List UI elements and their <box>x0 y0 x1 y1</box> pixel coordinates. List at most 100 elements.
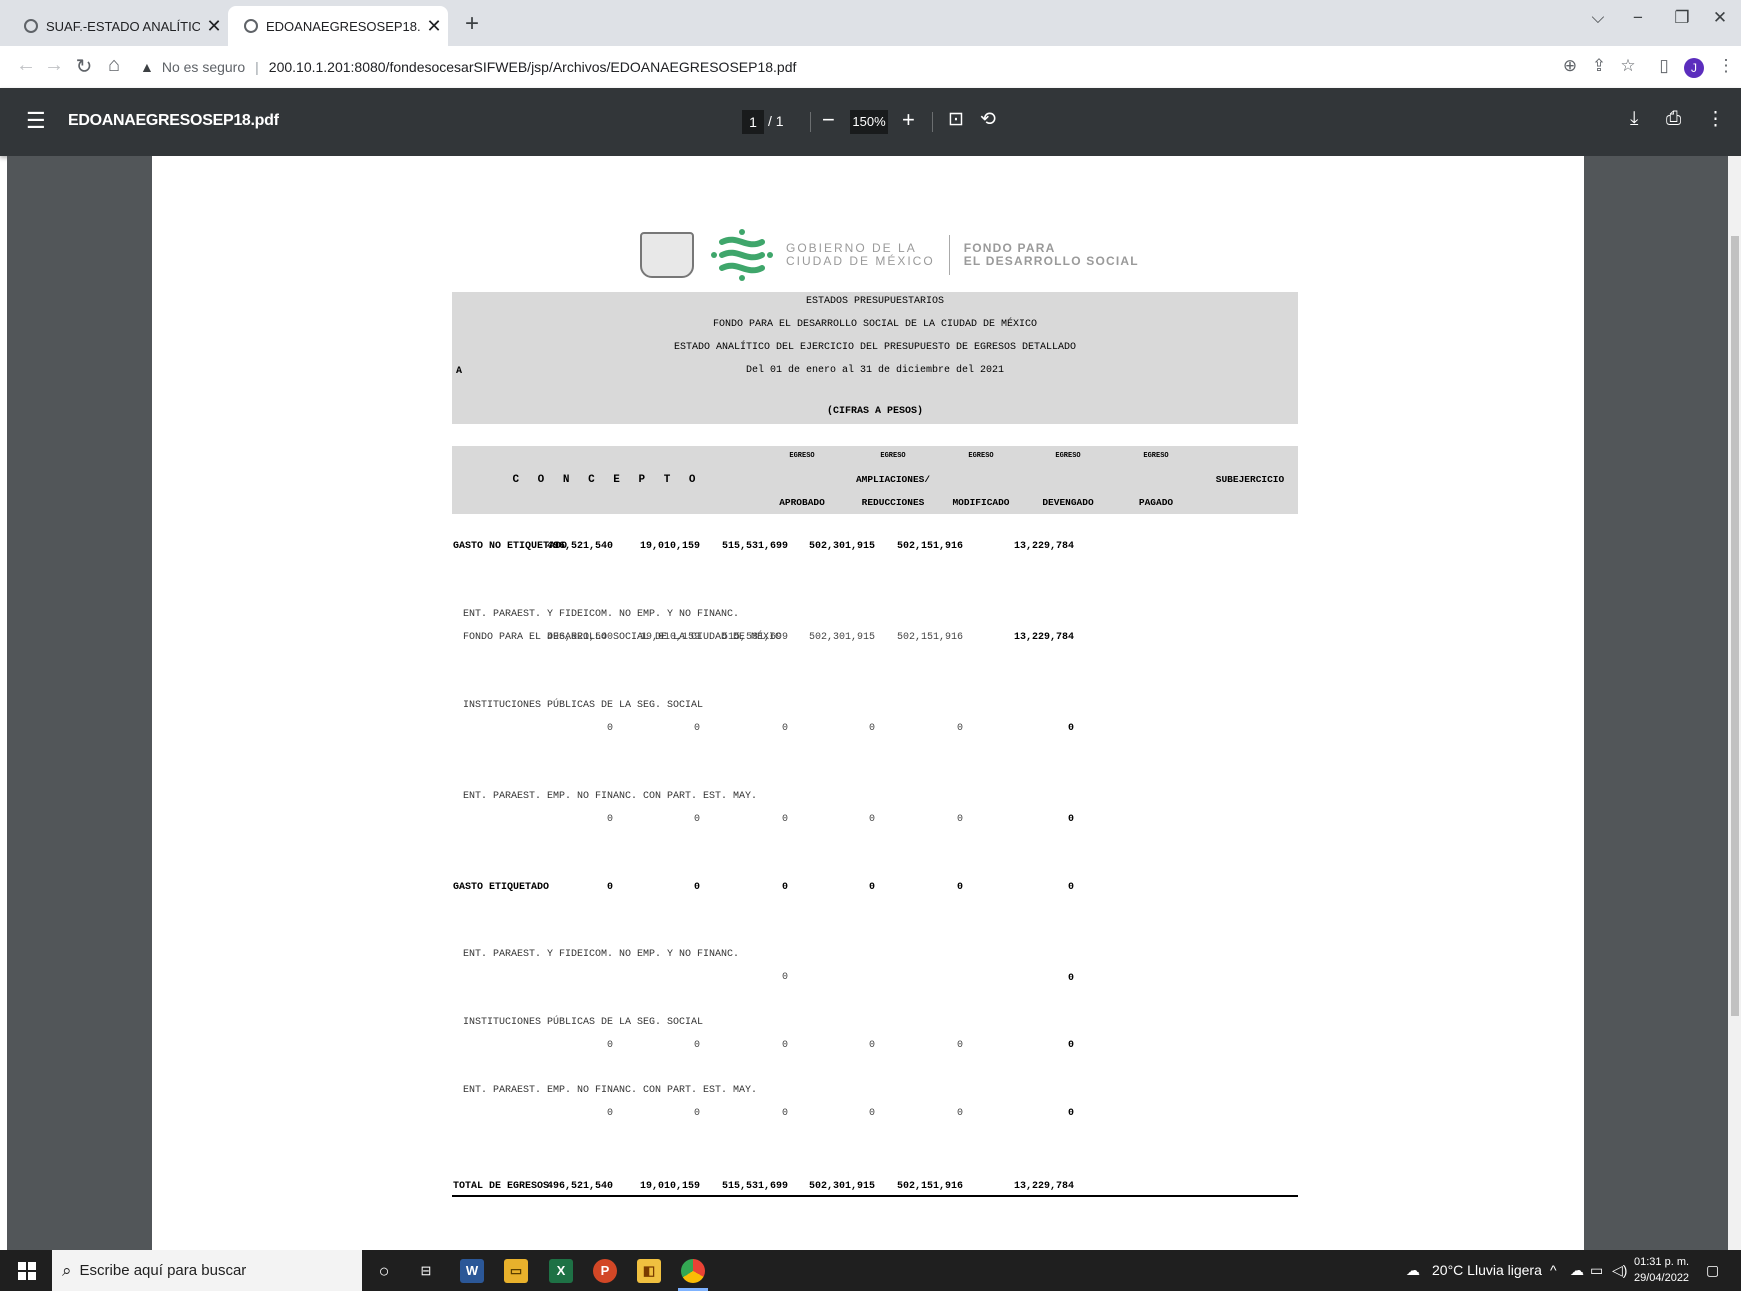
weather-text[interactable]: 20°C Lluvia ligera <box>1432 1262 1542 1278</box>
col-modificado: MODIFICADO <box>952 497 1010 508</box>
report-type: ESTADOS PRESUPUESTARIOS <box>805 296 945 307</box>
toolbar-divider <box>810 112 811 132</box>
zoom-input[interactable]: 150% <box>850 110 888 134</box>
row-label: ENT. PARAEST. EMP. NO FINANC. CON PART. … <box>463 791 758 802</box>
cortana-icon[interactable]: ○ <box>372 1259 396 1283</box>
cell-aprobado: 496,521,540 <box>546 632 613 643</box>
zoom-in-button[interactable]: + <box>902 107 915 133</box>
back-button[interactable]: ← <box>12 54 40 77</box>
zoom-out-button[interactable]: − <box>822 107 835 133</box>
cell-modificado: 515,531,699 <box>721 541 788 552</box>
scrollbar-thumb[interactable] <box>1731 236 1739 1016</box>
file-explorer-icon[interactable]: ▭ <box>504 1259 528 1283</box>
cell-subejercicio: 0 <box>1067 814 1074 825</box>
col-aprobado: APROBADO <box>779 497 825 508</box>
cell-ampliaciones: 0 <box>693 814 700 825</box>
volume-icon[interactable]: ◁) <box>1612 1262 1627 1279</box>
cell-aprobado: 0 <box>606 814 613 825</box>
bookmark-star-icon[interactable]: ☆ <box>1614 56 1642 76</box>
cell-ampliaciones: 0 <box>693 1108 700 1119</box>
clock[interactable]: 01:31 p. m. 29/04/2022 <box>1634 1254 1689 1286</box>
side-panel-icon[interactable]: ▯ <box>1650 56 1678 76</box>
cell-modificado: 0 <box>781 1108 788 1119</box>
cell-devengado: 0 <box>868 723 875 734</box>
close-tab-icon[interactable]: ✕ <box>200 16 228 37</box>
cell-pagado: 0 <box>956 814 963 825</box>
cell-devengado: 502,301,915 <box>808 1181 875 1192</box>
share-icon[interactable]: ⇪ <box>1585 56 1613 76</box>
warning-icon: ▲ <box>140 59 154 75</box>
download-icon[interactable]: ⤓ <box>1630 108 1638 130</box>
tray-chevron-icon[interactable]: ^ <box>1550 1262 1557 1278</box>
cell-modificado: 0 <box>781 723 788 734</box>
powerpoint-icon[interactable]: P <box>593 1259 617 1283</box>
url-text[interactable]: 200.10.1.201:8080/fondesocesarSIFWEB/jsp… <box>269 59 797 75</box>
cell-devengado: 0 <box>868 814 875 825</box>
cell-aprobado: 0 <box>606 723 613 734</box>
forward-button[interactable]: → <box>40 54 68 77</box>
address-bar-row: ← → ↻ ⌂ ▲ No es seguro | 200.10.1.201:80… <box>0 46 1741 89</box>
col-reducciones: REDUCCIONES <box>861 497 925 508</box>
network-icon[interactable]: ▭ <box>1590 1262 1603 1279</box>
tab-search-chevron-icon[interactable]: ⌵ <box>1578 8 1618 28</box>
total-underline <box>452 1195 1298 1197</box>
cell-ampliaciones: 19,010,159 <box>639 541 700 552</box>
cell-modificado: 0 <box>781 1040 788 1051</box>
zoom-icon[interactable]: ⊕ <box>1556 56 1584 76</box>
cell-aprobado: 496,521,540 <box>546 1181 613 1192</box>
col-mid-label: AMPLIACIONES/ <box>855 474 931 485</box>
print-icon[interactable]: ⎙ <box>1666 108 1681 130</box>
taskbar-search[interactable]: ⌕ Escribe aquí para buscar <box>52 1250 362 1291</box>
close-tab-icon[interactable]: ✕ <box>420 16 448 37</box>
close-window-button[interactable]: ✕ <box>1700 8 1740 28</box>
page-total: / 1 <box>768 113 784 129</box>
report-period: Del 01 de enero al 31 de diciembre del 2… <box>745 365 1005 376</box>
col-devengado: DEVENGADO <box>1042 497 1094 508</box>
fit-page-icon[interactable]: ⊡ <box>948 108 964 131</box>
minimize-button[interactable]: − <box>1618 8 1658 28</box>
col-pagado: PAGADO <box>1138 497 1174 508</box>
new-tab-button[interactable]: + <box>458 10 486 38</box>
tab-suaf[interactable]: SUAF.-ESTADO ANALÍTICO DEL E ✕ <box>8 6 228 46</box>
cell-pagado: 0 <box>956 1040 963 1051</box>
col-top-label: EGRESO <box>1143 452 1169 460</box>
reload-button[interactable]: ↻ <box>70 54 98 79</box>
page-number-input[interactable]: 1 <box>742 110 764 134</box>
windows-start-icon[interactable] <box>18 1262 36 1280</box>
col-top-label: EGRESO <box>968 452 994 460</box>
scrollbar[interactable] <box>1728 156 1741 1250</box>
security-label[interactable]: No es seguro <box>162 59 245 75</box>
entity-name: FONDO PARA EL DESARROLLO SOCIAL DE LA CI… <box>712 319 1038 330</box>
col-top-label: EGRESO <box>880 452 906 460</box>
government-name: GOBIERNO DE LA CIUDAD DE MÉXICO <box>786 242 935 268</box>
more-actions-icon[interactable]: ⋮ <box>1706 108 1725 131</box>
clock-date: 29/04/2022 <box>1634 1272 1690 1284</box>
cell-pagado: 502,151,916 <box>896 1181 963 1192</box>
report-title: ESTADO ANALÍTICO DEL EJERCICIO DEL PRESU… <box>673 342 1077 353</box>
tab-pdf[interactable]: EDOANAEGRESOSEP18.pdf ✕ <box>228 6 448 46</box>
search-icon: ⌕ <box>62 1260 72 1280</box>
logo-line: EL DESARROLLO SOCIAL <box>963 254 1139 268</box>
restore-button[interactable]: ❐ <box>1662 8 1702 28</box>
cell-ampliaciones: 19,010,159 <box>639 1181 700 1192</box>
pdf-viewer[interactable]: GOBIERNO DE LA CIUDAD DE MÉXICO FONDO PA… <box>7 156 1728 1250</box>
tab-title: EDOANAEGRESOSEP18.pdf <box>266 18 420 34</box>
folder-app-icon[interactable]: ◧ <box>637 1259 661 1283</box>
onedrive-icon[interactable]: ☁ <box>1570 1262 1584 1279</box>
cell-devengado: 0 <box>868 1108 875 1119</box>
more-menu-icon[interactable]: ⋮ <box>1712 56 1740 76</box>
toolbar-divider <box>932 112 933 132</box>
notifications-icon[interactable]: ▢ <box>1706 1262 1719 1279</box>
globe-icon <box>244 19 258 33</box>
home-button[interactable]: ⌂ <box>100 54 128 77</box>
word-icon[interactable]: W <box>460 1259 484 1283</box>
profile-avatar[interactable]: J <box>1684 58 1704 78</box>
cdmx-emblem-icon <box>711 229 773 281</box>
task-view-icon[interactable]: ⊟ <box>414 1259 438 1283</box>
menu-icon[interactable]: ☰ <box>26 108 46 134</box>
omnibox[interactable]: ▲ No es seguro | 200.10.1.201:8080/fonde… <box>140 55 796 79</box>
excel-icon[interactable]: X <box>549 1259 573 1283</box>
chrome-icon[interactable] <box>681 1259 705 1283</box>
rotate-icon[interactable]: ⟲ <box>980 108 996 131</box>
cell-modificado: 0 <box>781 882 788 893</box>
